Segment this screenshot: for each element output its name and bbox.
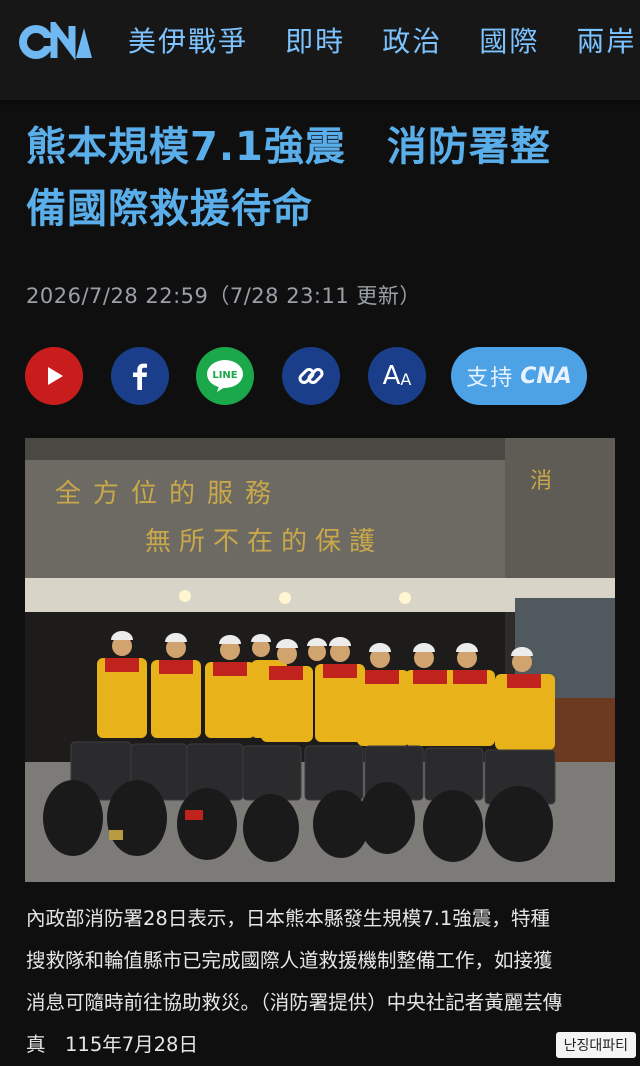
copy-link-button[interactable]: [282, 347, 340, 405]
font-size-button[interactable]: AA: [368, 347, 426, 405]
youtube-button[interactable]: [25, 347, 83, 405]
line-button[interactable]: LINE: [196, 347, 254, 405]
wall-slogan-2: 無所不在的保護: [145, 527, 383, 557]
nav-item-cross-strait[interactable]: 兩岸: [576, 22, 636, 62]
nav-item-us-iran-war[interactable]: 美伊戰爭: [128, 22, 248, 62]
wall-slogan-1: 全方位的服務: [55, 479, 283, 509]
article-timestamp: 2026/7/28 22:59（7/28 23:11 更新）: [26, 284, 421, 308]
line-icon-label: LINE: [212, 370, 237, 381]
photo-caption: 內政部消防署28日表示，日本熊本縣發生規模7.1強震，特種 搜救隊和輪值縣市已完…: [26, 898, 621, 1066]
article-photo[interactable]: 全方位的服務 無所不在的保護 消 業: [25, 438, 615, 882]
article-headline: 熊本規模7.1強震 消防署整 備國際救援待命: [26, 116, 616, 240]
facebook-icon: [133, 363, 147, 390]
nav-item-international[interactable]: 國際: [479, 22, 539, 62]
wall-side-text: 消 業: [530, 469, 615, 494]
caption-line-3: 消息可隨時前往協助救災。（消防署提供）中央社記者黃麗芸傳: [26, 991, 563, 1014]
source-watermark: 난징대파티: [555, 1032, 636, 1058]
link-icon: [298, 368, 324, 384]
youtube-icon: [48, 367, 63, 385]
cna-logo[interactable]: [16, 22, 92, 62]
caption-line-1: 內政部消防署28日表示，日本熊本縣發生規模7.1強震，特種: [26, 907, 550, 930]
nav-item-politics[interactable]: 政治: [382, 22, 442, 62]
caption-line-2: 搜救隊和輪值縣市已完成國際人道救援機制整備工作，如接獲: [26, 949, 553, 972]
line-icon: LINE: [207, 360, 243, 392]
support-label: 支持: [466, 366, 515, 391]
caption-line-4: 真 115年7月28日: [26, 1033, 198, 1056]
facebook-button[interactable]: [111, 347, 169, 405]
font-size-icon-small: A: [400, 369, 412, 389]
rescue-team-photo: 全方位的服務 無所不在的保護 消 業: [25, 438, 615, 882]
support-cna-button[interactable]: 支持 CNA: [451, 347, 587, 405]
headline-line-1: 熊本規模7.1強震 消防署整: [26, 124, 551, 170]
headline-line-2: 備國際救援待命: [26, 186, 313, 232]
support-cna-logo: CNA: [520, 363, 572, 389]
top-nav-bar: 美伊戰爭 即時 政治 國際 兩岸: [0, 0, 640, 100]
main-nav: 美伊戰爭 即時 政治 國際 兩岸: [128, 22, 640, 62]
font-size-icon-big: A: [382, 361, 401, 391]
nav-item-realtime[interactable]: 即時: [285, 22, 345, 62]
